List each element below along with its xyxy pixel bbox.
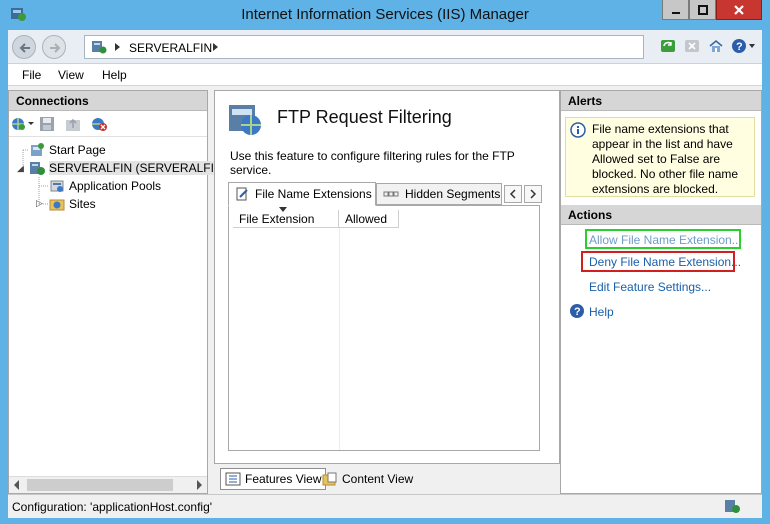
sort-arrow-icon bbox=[279, 207, 287, 212]
breadcrumb-server[interactable]: SERVERALFIN bbox=[129, 41, 212, 55]
connections-header: Connections bbox=[9, 91, 207, 111]
home-icon bbox=[709, 39, 723, 52]
maximize-button[interactable] bbox=[689, 0, 716, 20]
tree-lines bbox=[22, 149, 49, 205]
column-label: File Extension bbox=[239, 212, 315, 226]
address-bar: SERVERALFIN ? bbox=[8, 30, 762, 64]
help-dropdown-button[interactable]: ? bbox=[730, 37, 758, 55]
scroll-right-icon[interactable] bbox=[197, 480, 202, 490]
tab-hidden-segments[interactable]: Hidden Segments bbox=[376, 183, 502, 205]
tree-label: SERVERALFIN (SERVERALFIN\ bbox=[49, 161, 226, 175]
svg-text:?: ? bbox=[574, 306, 581, 318]
view-label: Features View bbox=[245, 472, 322, 486]
menu-view[interactable]: View bbox=[58, 68, 84, 82]
maximize-icon bbox=[697, 4, 708, 15]
tree-label: Sites bbox=[69, 197, 96, 211]
features-view-button[interactable]: Features View bbox=[220, 468, 327, 490]
ftp-filtering-icon bbox=[229, 105, 261, 135]
hidden-segments-icon bbox=[383, 191, 399, 197]
up-level-icon[interactable] bbox=[65, 116, 83, 132]
allow-file-name-extension-link[interactable]: Allow File Name Extension... bbox=[589, 233, 742, 247]
stop-button[interactable] bbox=[682, 37, 702, 55]
feature-tabs: File Name Extensions Hidden Segments bbox=[228, 182, 548, 206]
title-bar[interactable]: Internet Information Services (IIS) Mana… bbox=[0, 0, 770, 30]
forward-button[interactable] bbox=[42, 35, 66, 59]
tree-label: Application Pools bbox=[69, 179, 162, 193]
iis-manager-window: Internet Information Services (IIS) Mana… bbox=[0, 0, 770, 524]
status-text: Configuration: 'applicationHost.config' bbox=[12, 500, 213, 514]
help-icon: ? bbox=[570, 304, 584, 318]
tab-scroll-left-button[interactable] bbox=[504, 185, 522, 203]
tab-label: Hidden Segments bbox=[405, 187, 501, 201]
address-breadcrumb[interactable]: SERVERALFIN bbox=[84, 35, 644, 59]
svg-text:?: ? bbox=[736, 41, 743, 53]
alerts-header: Alerts bbox=[561, 91, 761, 111]
list-header: File Extension Allowed bbox=[233, 207, 399, 228]
alert-text: File name extensions that appear in the … bbox=[592, 122, 739, 196]
view-switcher: Features View Content View bbox=[214, 466, 560, 492]
tab-scroll-right-button[interactable] bbox=[524, 185, 542, 203]
extensions-list[interactable]: File Extension Allowed bbox=[228, 205, 540, 451]
menu-bar: File View Help bbox=[8, 64, 762, 86]
column-header-allowed[interactable]: Allowed bbox=[339, 210, 399, 228]
close-button[interactable] bbox=[716, 0, 762, 20]
breadcrumb-separator-icon bbox=[115, 43, 120, 51]
connections-pane: Connections Start Page ◢ SERVERALFIN (SE… bbox=[8, 90, 226, 494]
feature-title: FTP Request Filtering bbox=[277, 107, 452, 127]
column-label: Allowed bbox=[345, 212, 388, 226]
chevron-left-icon bbox=[509, 189, 516, 199]
alert-message-box: File name extensions that appear in the … bbox=[565, 117, 755, 197]
content-view-icon bbox=[322, 472, 337, 486]
breadcrumb-separator-icon[interactable] bbox=[213, 43, 218, 51]
content-view-button[interactable]: Content View bbox=[318, 468, 417, 490]
forward-arrow-icon bbox=[50, 43, 61, 53]
help-link[interactable]: Help bbox=[589, 305, 614, 319]
scroll-left-icon[interactable] bbox=[14, 480, 19, 490]
horizontal-scrollbar[interactable] bbox=[9, 476, 207, 493]
connections-tree: Start Page ◢ SERVERALFIN (SERVERALFIN\ A… bbox=[9, 137, 226, 467]
disconnect-icon[interactable] bbox=[91, 116, 109, 132]
back-arrow-icon bbox=[19, 43, 30, 53]
scrollbar-thumb[interactable] bbox=[27, 479, 173, 491]
features-view-icon bbox=[225, 472, 241, 486]
save-icon[interactable] bbox=[39, 116, 55, 132]
minimize-button[interactable] bbox=[662, 0, 689, 20]
connections-toolbar bbox=[9, 111, 207, 137]
server-status-icon bbox=[725, 500, 740, 513]
main-area: Connections Start Page ◢ SERVERALFIN (SE… bbox=[8, 86, 762, 494]
view-label: Content View bbox=[342, 472, 414, 486]
menu-file[interactable]: File bbox=[22, 68, 41, 82]
connect-globe-icon[interactable] bbox=[11, 116, 35, 132]
feature-description: Use this feature to configure filtering … bbox=[230, 149, 515, 177]
tab-file-name-extensions[interactable]: File Name Extensions bbox=[228, 182, 376, 206]
close-icon bbox=[734, 4, 744, 15]
feature-pane: FTP Request Filtering Use this feature t… bbox=[214, 90, 560, 464]
home-button[interactable] bbox=[706, 37, 726, 55]
tab-label: File Name Extensions bbox=[255, 187, 372, 201]
deny-file-name-extension-link[interactable]: Deny File Name Extension... bbox=[589, 255, 741, 269]
column-header-file-extension[interactable]: File Extension bbox=[233, 207, 339, 228]
menu-help[interactable]: Help bbox=[102, 68, 127, 82]
chevron-right-icon bbox=[530, 189, 537, 199]
refresh-icon bbox=[661, 40, 675, 52]
column-divider bbox=[339, 228, 340, 450]
info-icon bbox=[570, 122, 586, 138]
help-icon: ? bbox=[732, 39, 755, 53]
status-bar: Configuration: 'applicationHost.config' bbox=[8, 494, 762, 518]
refresh-button[interactable] bbox=[658, 37, 678, 55]
alerts-actions-pane: Alerts File name extensions that appear … bbox=[560, 90, 762, 494]
edit-feature-settings-link[interactable]: Edit Feature Settings... bbox=[589, 280, 711, 294]
server-icon bbox=[92, 41, 107, 54]
actions-header: Actions bbox=[561, 205, 761, 225]
minimize-icon bbox=[671, 11, 680, 14]
document-edit-icon bbox=[236, 187, 248, 201]
window-title: Internet Information Services (IIS) Mana… bbox=[241, 6, 529, 23]
stop-icon bbox=[685, 40, 699, 52]
back-button[interactable] bbox=[12, 35, 36, 59]
